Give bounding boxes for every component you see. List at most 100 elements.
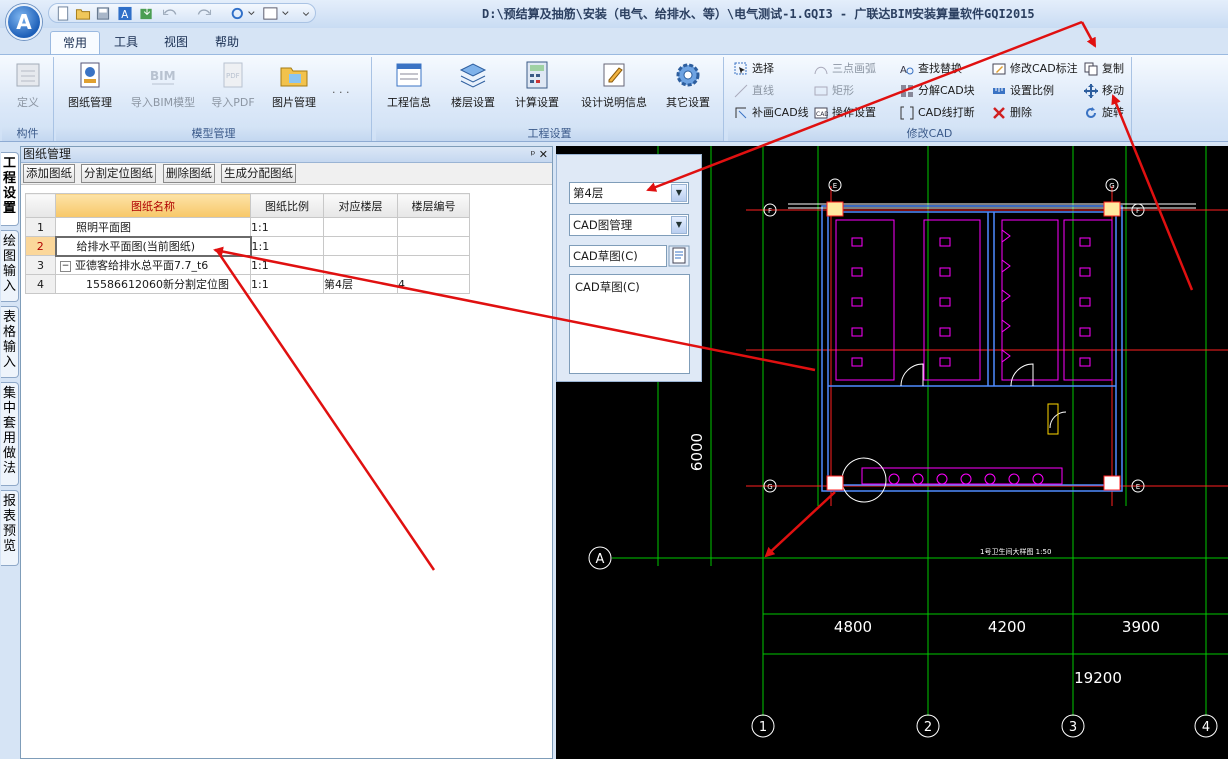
- calc-settings-button[interactable]: 计算设置: [510, 60, 564, 122]
- define-button[interactable]: 定义: [6, 60, 50, 122]
- find-replace-button[interactable]: A 查找替换: [900, 59, 962, 79]
- chevron-down-icon[interactable]: ▼: [671, 184, 687, 202]
- column-header-scale[interactable]: 图纸比例: [250, 193, 324, 218]
- cad-mode-select[interactable]: CAD图管理 ▼: [569, 214, 689, 236]
- drawing-name-cell[interactable]: 15586612060新分割定位图: [55, 274, 251, 294]
- drawing-management-button[interactable]: 图纸管理: [62, 60, 118, 122]
- dims-bottom: 4800 4200 3900 19200: [834, 618, 1160, 687]
- supplement-cad-line-button[interactable]: 补画CAD线: [734, 103, 809, 123]
- modify-cad-label-button[interactable]: 修改CAD标注: [992, 59, 1078, 79]
- tab-help[interactable]: 帮助: [203, 31, 251, 54]
- floor-settings-button[interactable]: 楼层设置: [446, 60, 500, 122]
- table-row[interactable]: 3 − 亚德客给排水总平面7.7_t6 1:1: [25, 255, 470, 275]
- vtab-report-preview[interactable]: 报表预览: [1, 490, 19, 566]
- three-point-arc-button[interactable]: 三点画弧: [814, 59, 876, 79]
- floor-select[interactable]: 第4层 ▼: [569, 182, 689, 204]
- drawing-name-cell[interactable]: 给排水平面图(当前图纸): [54, 235, 252, 257]
- line-button[interactable]: 直线: [734, 81, 774, 101]
- refresh-icon[interactable]: [229, 6, 255, 21]
- add-drawing-button[interactable]: 添加图纸: [23, 164, 75, 183]
- select-button[interactable]: 选择: [734, 59, 774, 79]
- bubble-label: F: [768, 207, 772, 215]
- cad-sketch-list[interactable]: CAD草图(C): [569, 274, 690, 374]
- delete-button[interactable]: 删除: [992, 103, 1032, 123]
- vtab-drawing-input[interactable]: 绘图输入: [1, 230, 19, 302]
- drawing-floor-cell[interactable]: [323, 217, 398, 237]
- view-icon[interactable]: [261, 6, 291, 21]
- image-management-button[interactable]: 图片管理: [266, 60, 322, 122]
- drawing-floor-no-cell[interactable]: [397, 236, 470, 256]
- design-notes-button[interactable]: 设计说明信息: [576, 60, 652, 122]
- set-scale-button[interactable]: 设置比例: [992, 81, 1054, 101]
- rotate-button[interactable]: 旋转: [1084, 103, 1124, 123]
- redo-icon[interactable]: [193, 6, 215, 21]
- application-menu-button[interactable]: A: [6, 4, 42, 40]
- drawing-name-cell[interactable]: − 亚德客给排水总平面7.7_t6: [55, 255, 251, 275]
- drawing-scale-cell[interactable]: 1:1: [250, 255, 324, 275]
- copy-button[interactable]: 复制: [1084, 59, 1124, 79]
- collapse-toggle-icon[interactable]: −: [60, 260, 71, 272]
- project-info-button[interactable]: 工程信息: [382, 60, 436, 122]
- panel-pin-close-icons[interactable]: ᵖ ✕: [531, 147, 548, 162]
- tab-view[interactable]: 视图: [152, 31, 200, 54]
- operation-settings-button[interactable]: CAD 操作设置: [814, 103, 876, 123]
- sketch-list-icon[interactable]: [668, 245, 690, 267]
- bottom-axis-labels: 1 2 3 4: [759, 720, 1210, 735]
- column-header-name[interactable]: 图纸名称: [55, 193, 251, 218]
- save-icon[interactable]: [95, 6, 111, 21]
- svg-text:A: A: [900, 65, 907, 76]
- import-pdf-button[interactable]: PDF 导入PDF: [208, 60, 258, 122]
- open-folder-icon[interactable]: [75, 6, 91, 21]
- tab-tools[interactable]: 工具: [102, 31, 150, 54]
- split-position-drawing-button[interactable]: 分割定位图纸: [81, 164, 156, 183]
- undo-icon[interactable]: [161, 6, 183, 21]
- set-scale-label: 设置比例: [1010, 84, 1054, 97]
- other-settings-button[interactable]: 其它设置: [660, 60, 716, 122]
- cad-line-break-button[interactable]: CAD线打断: [900, 103, 975, 123]
- drawing-floor-cell[interactable]: 第4层: [323, 274, 398, 294]
- modify-cad-label-label: 修改CAD标注: [1010, 62, 1078, 75]
- move-button[interactable]: 移动: [1084, 81, 1124, 101]
- supplement-cad-line-label: 补画CAD线: [752, 106, 809, 119]
- explode-cad-block-button[interactable]: 分解CAD块: [900, 81, 975, 101]
- more-button[interactable]: · · ·: [330, 83, 349, 103]
- move-label: 移动: [1102, 84, 1124, 97]
- import-icon[interactable]: [139, 6, 155, 21]
- cad-sketch-select[interactable]: CAD草图(C): [569, 245, 667, 267]
- delete-drawing-button[interactable]: 删除图纸: [163, 164, 215, 183]
- drawing-caption: 1号卫生间大样图 1:50: [980, 547, 1051, 556]
- rectangle-button[interactable]: 矩形: [814, 81, 854, 101]
- title-bar: A D:\预结算及抽筋\安装（电气、给排水、等）\电气测试-1.GQI3 - 广…: [0, 0, 1228, 28]
- column-header-floor[interactable]: 对应楼层: [323, 193, 398, 218]
- list-item[interactable]: CAD草图(C): [575, 279, 684, 295]
- drawing-scale-cell[interactable]: 1:1: [250, 217, 324, 237]
- axis-label: 3: [1069, 720, 1077, 735]
- font-a-icon[interactable]: A: [117, 6, 133, 21]
- drawing-floor-no-cell[interactable]: [397, 255, 470, 275]
- window-title: D:\预结算及抽筋\安装（电气、给排水、等）\电气测试-1.GQI3 - 广联达…: [482, 7, 1035, 21]
- vtab-project-settings[interactable]: 工程设置: [1, 152, 19, 226]
- bim-icon: BIM: [150, 69, 176, 85]
- table-row[interactable]: 1 照明平面图 1:1: [25, 217, 470, 237]
- vtab-table-input[interactable]: 表格输入: [1, 306, 19, 378]
- drawing-name-cell[interactable]: 照明平面图: [55, 217, 251, 237]
- drawing-floor-cell[interactable]: [323, 255, 398, 275]
- customize-qat-icon[interactable]: [301, 6, 311, 21]
- generate-assigned-drawing-button[interactable]: 生成分配图纸: [221, 164, 296, 183]
- table-row-current[interactable]: 2 给排水平面图(当前图纸) 1:1: [25, 235, 470, 257]
- quick-access-toolbar: A: [48, 3, 316, 23]
- drawing-scale-cell[interactable]: 1:1: [250, 236, 324, 256]
- chevron-down-icon[interactable]: ▼: [671, 216, 687, 234]
- drawing-floor-no-cell[interactable]: 4: [397, 274, 470, 294]
- import-bim-button[interactable]: BIM 导入BIM模型: [128, 60, 198, 122]
- new-file-icon[interactable]: [55, 6, 71, 21]
- svg-text:CAD: CAD: [816, 111, 828, 118]
- drawing-scale-cell[interactable]: 1:1: [250, 274, 324, 294]
- drawing-floor-no-cell[interactable]: [397, 217, 470, 237]
- vtab-centralized-method[interactable]: 集中套用做法: [1, 382, 19, 486]
- column-header-floor-no[interactable]: 楼层编号: [397, 193, 470, 218]
- table-row[interactable]: 4 15586612060新分割定位图 1:1 第4层 4: [25, 274, 470, 294]
- drawing-floor-cell[interactable]: [323, 236, 398, 256]
- tab-common[interactable]: 常用: [50, 31, 101, 54]
- axis-label-a: A: [596, 552, 605, 567]
